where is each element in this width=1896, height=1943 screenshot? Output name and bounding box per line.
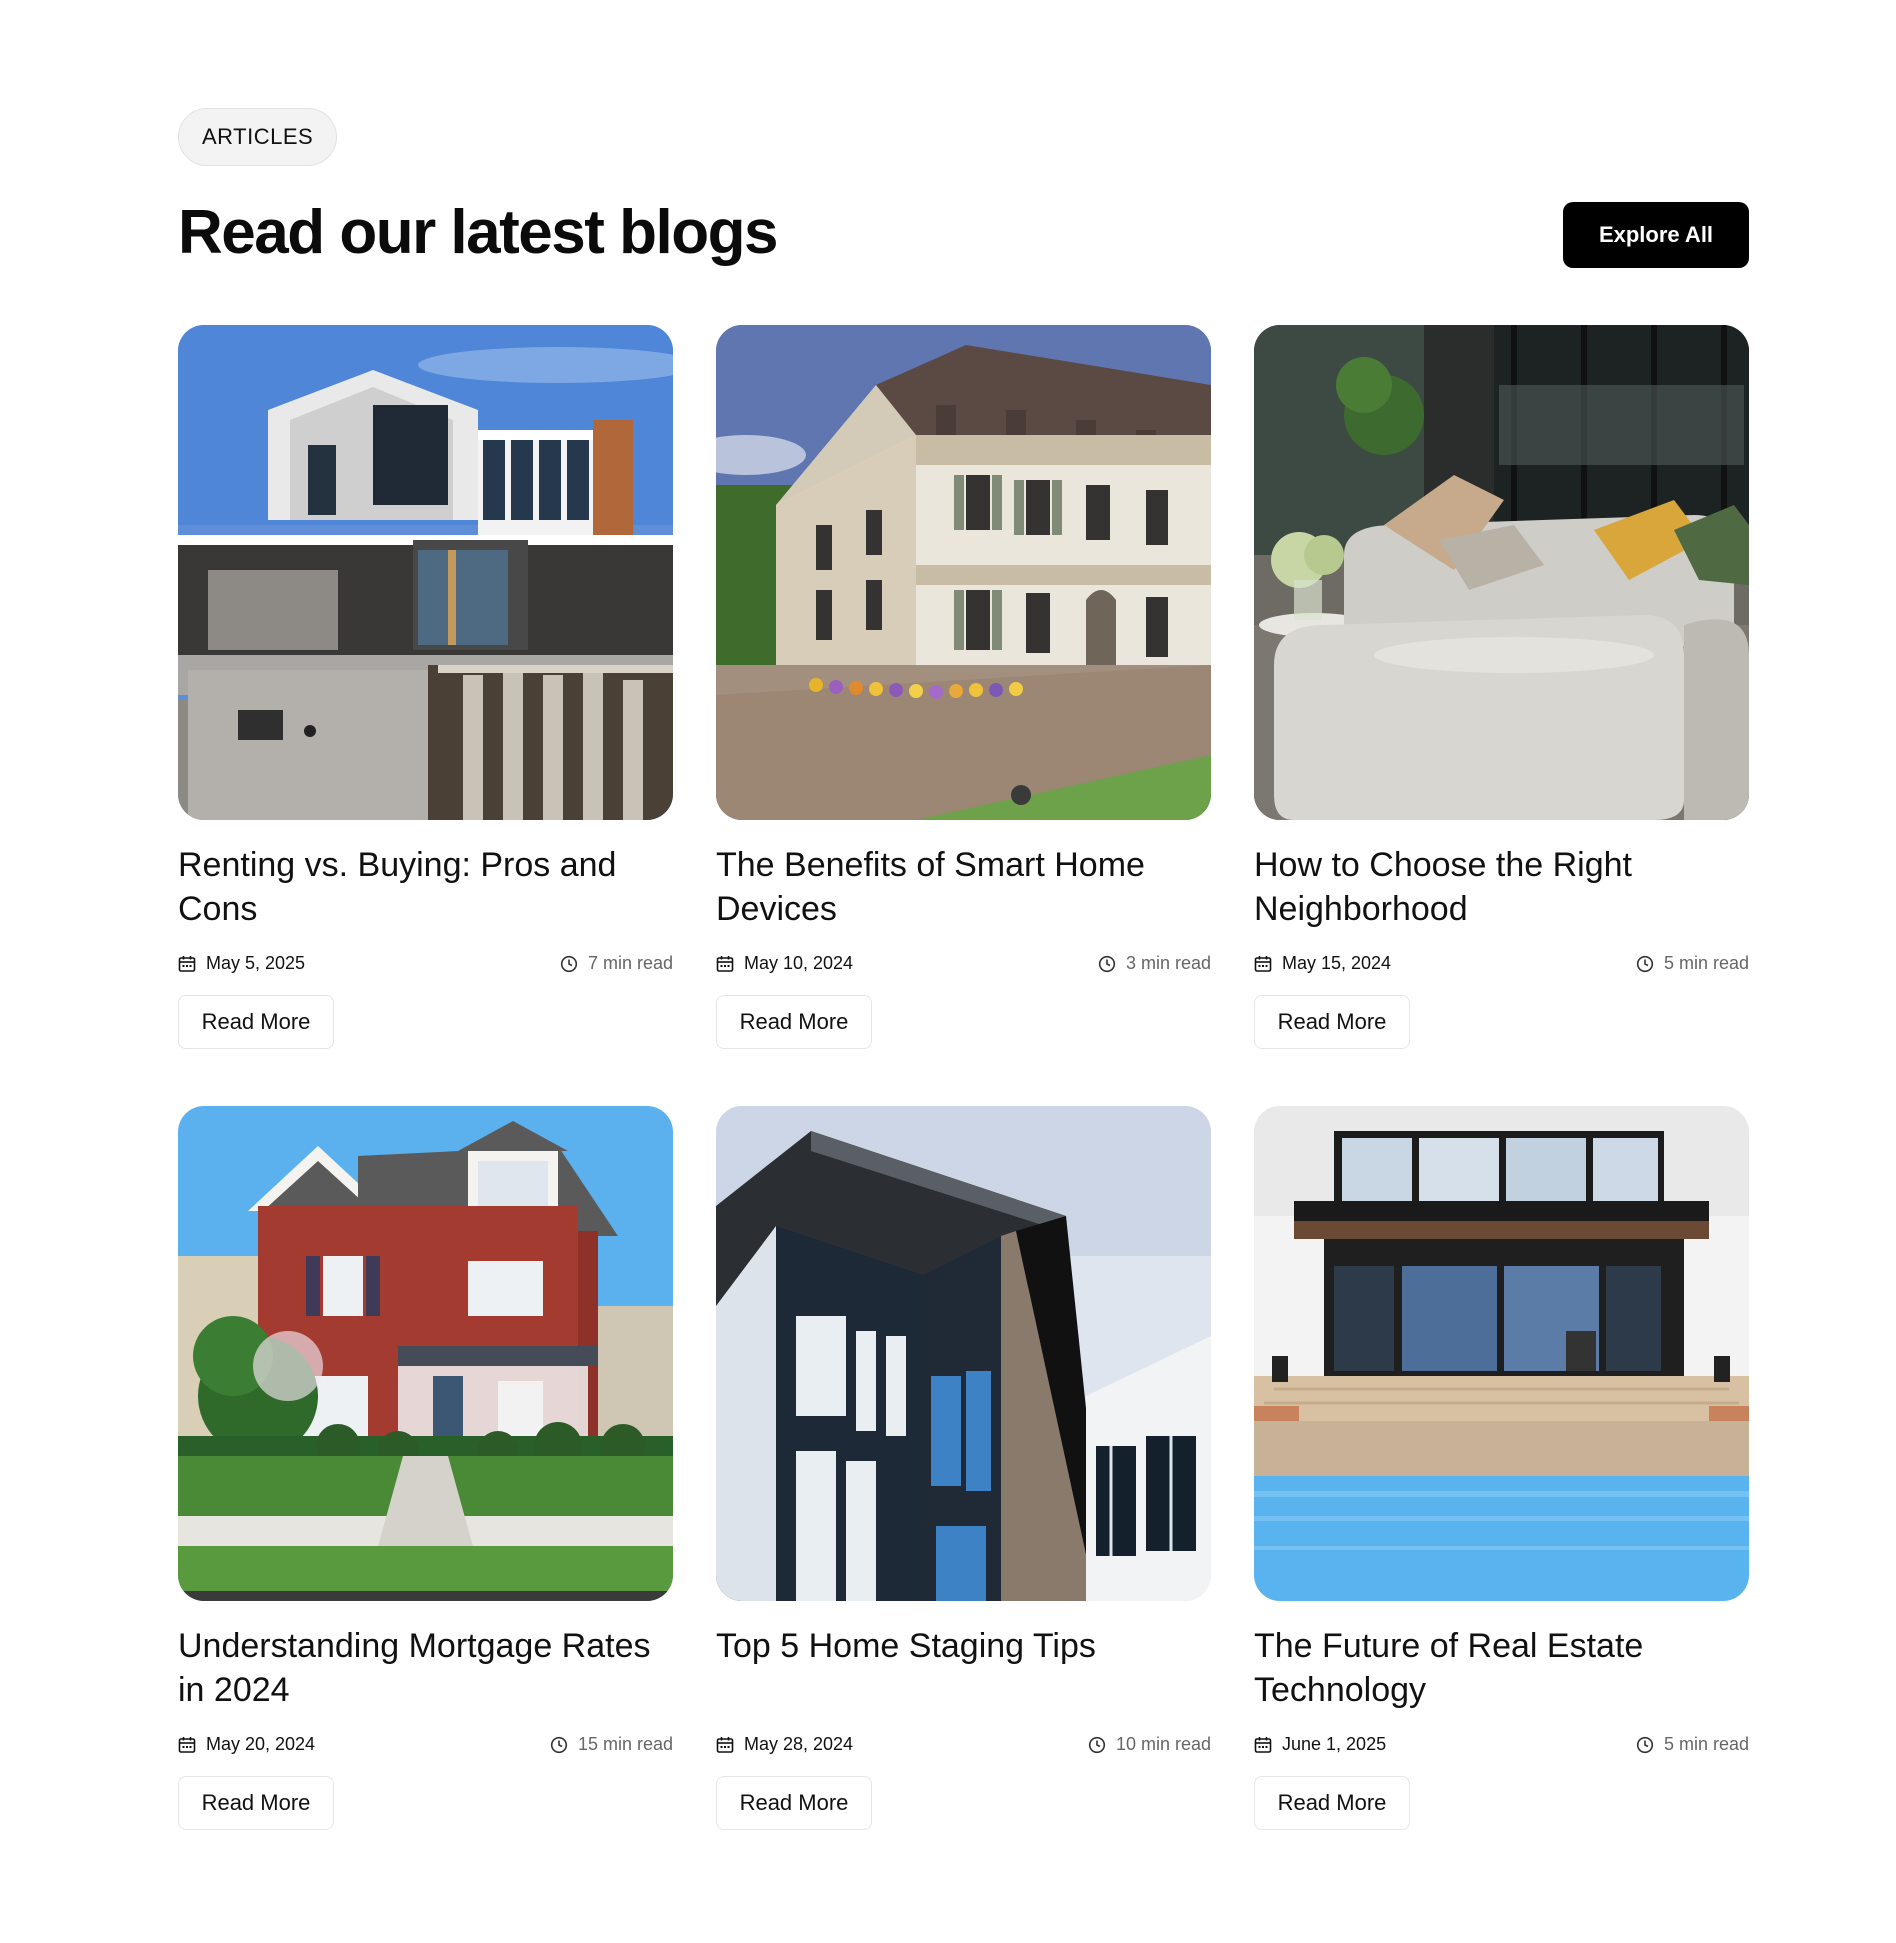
- dark-building-image[interactable]: [716, 1106, 1211, 1601]
- blog-card: Understanding Mortgage Rates in 2024 May…: [178, 1106, 673, 1830]
- blog-card-read-time: 5 min read: [1663, 1734, 1749, 1754]
- blog-card: Renting vs. Buying: Pros and Cons May 5,…: [178, 325, 673, 1049]
- blog-card-meta: May 28, 2024 10 min read: [716, 1734, 1211, 1758]
- read-more-button[interactable]: Read More: [178, 1776, 334, 1830]
- blog-card-date: May 15, 2024: [1282, 953, 1392, 973]
- blog-card-meta: May 15, 2024 5 min read: [1254, 953, 1749, 977]
- explore-all-button[interactable]: Explore All: [1563, 202, 1749, 268]
- calendar-icon: [178, 1736, 196, 1754]
- blog-card-meta: May 10, 2024 3 min read: [716, 953, 1211, 977]
- section-title: Read our latest blogs: [178, 198, 778, 267]
- blog-card: The Benefits of Smart Home Devices May 1…: [716, 325, 1211, 1049]
- blog-card: Top 5 Home Staging Tips May 28, 2024 10 …: [716, 1106, 1211, 1830]
- calendar-icon: [716, 1736, 734, 1754]
- read-more-button[interactable]: Read More: [1254, 1776, 1410, 1830]
- blog-card-title[interactable]: The Benefits of Smart Home Devices: [716, 843, 1211, 931]
- red-house-image[interactable]: [178, 1106, 673, 1601]
- section-badge: ARTICLES: [178, 108, 338, 166]
- blog-card-read-time: 3 min read: [1125, 953, 1211, 973]
- calendar-icon: [1254, 1736, 1272, 1754]
- clock-icon: [1636, 1736, 1654, 1754]
- read-more-button[interactable]: Read More: [178, 995, 334, 1049]
- read-more-button[interactable]: Read More: [716, 1776, 872, 1830]
- blog-card-date: June 1, 2025: [1282, 1734, 1387, 1754]
- blog-card-date: May 28, 2024: [744, 1734, 854, 1754]
- blog-card-title[interactable]: Top 5 Home Staging Tips: [716, 1624, 1211, 1668]
- blog-card-read-time: 10 min read: [1115, 1734, 1211, 1754]
- blog-card-title[interactable]: Renting vs. Buying: Pros and Cons: [178, 843, 673, 931]
- blog-card-meta: May 20, 2024 15 min read: [178, 1734, 673, 1758]
- read-more-button[interactable]: Read More: [1254, 995, 1410, 1049]
- blog-card-read-time: 5 min read: [1663, 953, 1749, 973]
- living-room-sofa-image[interactable]: [1254, 325, 1749, 820]
- manor-house-image[interactable]: [716, 325, 1211, 820]
- modern-house-image[interactable]: [178, 325, 673, 820]
- blog-section: ARTICLES Read our latest blogs Explore A…: [178, 108, 1749, 1830]
- clock-icon: [1636, 955, 1654, 973]
- pool-villa-image[interactable]: [1254, 1106, 1749, 1601]
- calendar-icon: [1254, 955, 1272, 973]
- blog-card-meta: May 5, 2025 7 min read: [178, 953, 673, 977]
- clock-icon: [550, 1736, 568, 1754]
- blog-card-title[interactable]: The Future of Real Estate Technology: [1254, 1624, 1749, 1712]
- blog-card-meta: June 1, 2025 5 min read: [1254, 1734, 1749, 1758]
- calendar-icon: [716, 955, 734, 973]
- blog-card-read-time: 15 min read: [577, 1734, 673, 1754]
- clock-icon: [1088, 1736, 1106, 1754]
- read-more-button[interactable]: Read More: [716, 995, 872, 1049]
- blog-card: The Future of Real Estate Technology Jun…: [1254, 1106, 1749, 1830]
- section-header: Read our latest blogs Explore All: [178, 188, 1749, 278]
- calendar-icon: [178, 955, 196, 973]
- blog-card: How to Choose the Right Neighborhood May…: [1254, 325, 1749, 1049]
- blog-card-date: May 20, 2024: [206, 1734, 316, 1754]
- blog-card-title[interactable]: How to Choose the Right Neighborhood: [1254, 843, 1749, 931]
- blog-card-title[interactable]: Understanding Mortgage Rates in 2024: [178, 1624, 673, 1712]
- blog-card-date: May 10, 2024: [744, 953, 854, 973]
- clock-icon: [560, 955, 578, 973]
- blog-card-read-time: 7 min read: [587, 953, 673, 973]
- blog-card-date: May 5, 2025: [206, 953, 306, 973]
- clock-icon: [1098, 955, 1116, 973]
